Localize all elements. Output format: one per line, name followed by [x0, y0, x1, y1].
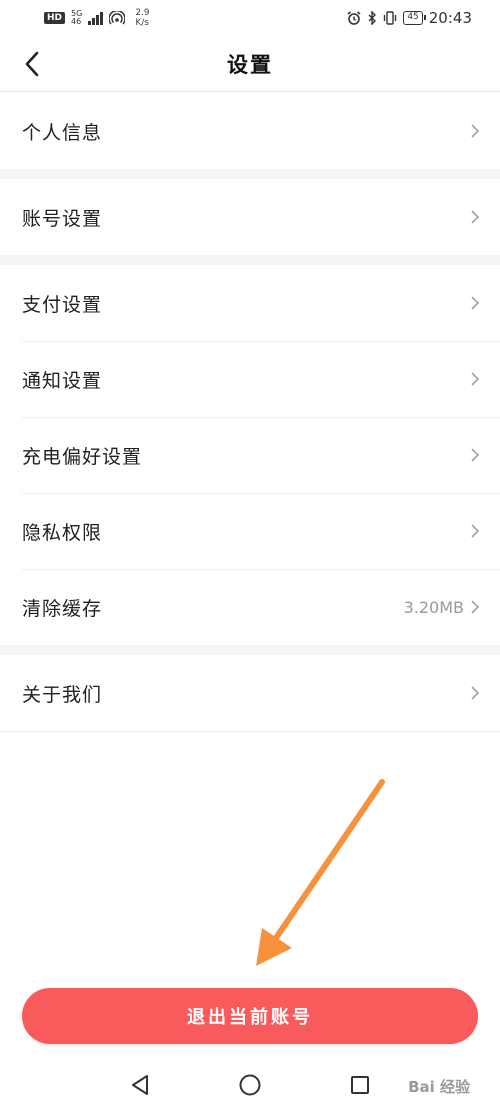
menu-item-about-us[interactable]: 关于我们	[0, 655, 500, 731]
network-type: 5G 46	[71, 9, 83, 26]
nav-back-button[interactable]	[125, 1070, 155, 1100]
chevron-right-icon	[471, 686, 480, 700]
menu-item-label: 关于我们	[22, 683, 103, 706]
clock: 20:43	[428, 9, 472, 27]
menu-item-label: 通知设置	[22, 369, 103, 392]
header-bar: 设置	[0, 36, 500, 92]
hotspot-icon	[109, 11, 126, 25]
chevron-right-icon	[471, 524, 480, 538]
group-separator	[0, 645, 500, 655]
cache-size-value: 3.20MB	[403, 597, 464, 617]
signal-icon	[88, 11, 104, 25]
settings-list: 个人信息 账号设置 支付设置 通知设置 充电偏好设置 隐私权限 清除缓存 3.2…	[0, 93, 500, 732]
group-separator	[0, 255, 500, 265]
menu-item-label: 支付设置	[22, 293, 103, 316]
menu-item-label: 清除缓存	[22, 597, 103, 620]
menu-item-label: 充电偏好设置	[22, 445, 143, 468]
chevron-right-icon	[471, 372, 480, 386]
menu-item-label: 账号设置	[22, 207, 103, 230]
menu-item-personal-info[interactable]: 个人信息	[0, 93, 500, 169]
menu-item-privacy-permissions[interactable]: 隐私权限	[0, 493, 500, 569]
status-left: HD 5G 46 2.9 K/s	[44, 8, 150, 28]
status-right: 45 20:43	[347, 9, 472, 27]
nav-home-button[interactable]	[235, 1070, 265, 1100]
battery-icon: 45	[403, 11, 427, 25]
group-separator	[0, 169, 500, 179]
settings-group-personal: 个人信息	[0, 93, 500, 169]
menu-item-notification-settings[interactable]: 通知设置	[0, 341, 500, 417]
chevron-right-icon	[471, 210, 480, 224]
menu-item-label: 隐私权限	[22, 521, 103, 544]
chevron-right-icon	[471, 600, 480, 614]
menu-item-account-settings[interactable]: 账号设置	[0, 179, 500, 255]
network-speed: 2.9 K/s	[135, 8, 150, 28]
settings-group-general: 支付设置 通知设置 充电偏好设置 隐私权限 清除缓存 3.20MB	[0, 265, 500, 645]
triangle-back-icon	[132, 1074, 148, 1095]
square-recents-icon	[351, 1075, 369, 1094]
chevron-right-icon	[471, 124, 480, 138]
vibrate-icon	[384, 11, 397, 25]
settings-group-about: 关于我们	[0, 655, 500, 732]
settings-group-account: 账号设置	[0, 179, 500, 255]
logout-button[interactable]: 退出当前账号	[22, 988, 478, 1044]
back-arrow-icon	[25, 51, 39, 77]
watermark: Bai 经验	[408, 1078, 470, 1096]
bluetooth-icon	[368, 11, 377, 25]
chevron-right-icon	[471, 296, 480, 310]
back-button[interactable]	[14, 46, 50, 82]
status-bar: HD 5G 46 2.9 K/s 45 20:43	[0, 0, 500, 36]
circle-home-icon	[239, 1074, 261, 1095]
alarm-icon	[347, 11, 361, 25]
hd-badge: HD	[44, 12, 66, 24]
menu-item-clear-cache[interactable]: 清除缓存 3.20MB	[0, 569, 500, 645]
nav-recents-button[interactable]	[345, 1070, 375, 1100]
chevron-right-icon	[471, 448, 480, 462]
page-title: 设置	[227, 52, 273, 77]
menu-item-payment-settings[interactable]: 支付设置	[0, 265, 500, 341]
menu-item-label: 个人信息	[22, 121, 103, 144]
menu-item-charging-preferences[interactable]: 充电偏好设置	[0, 417, 500, 493]
